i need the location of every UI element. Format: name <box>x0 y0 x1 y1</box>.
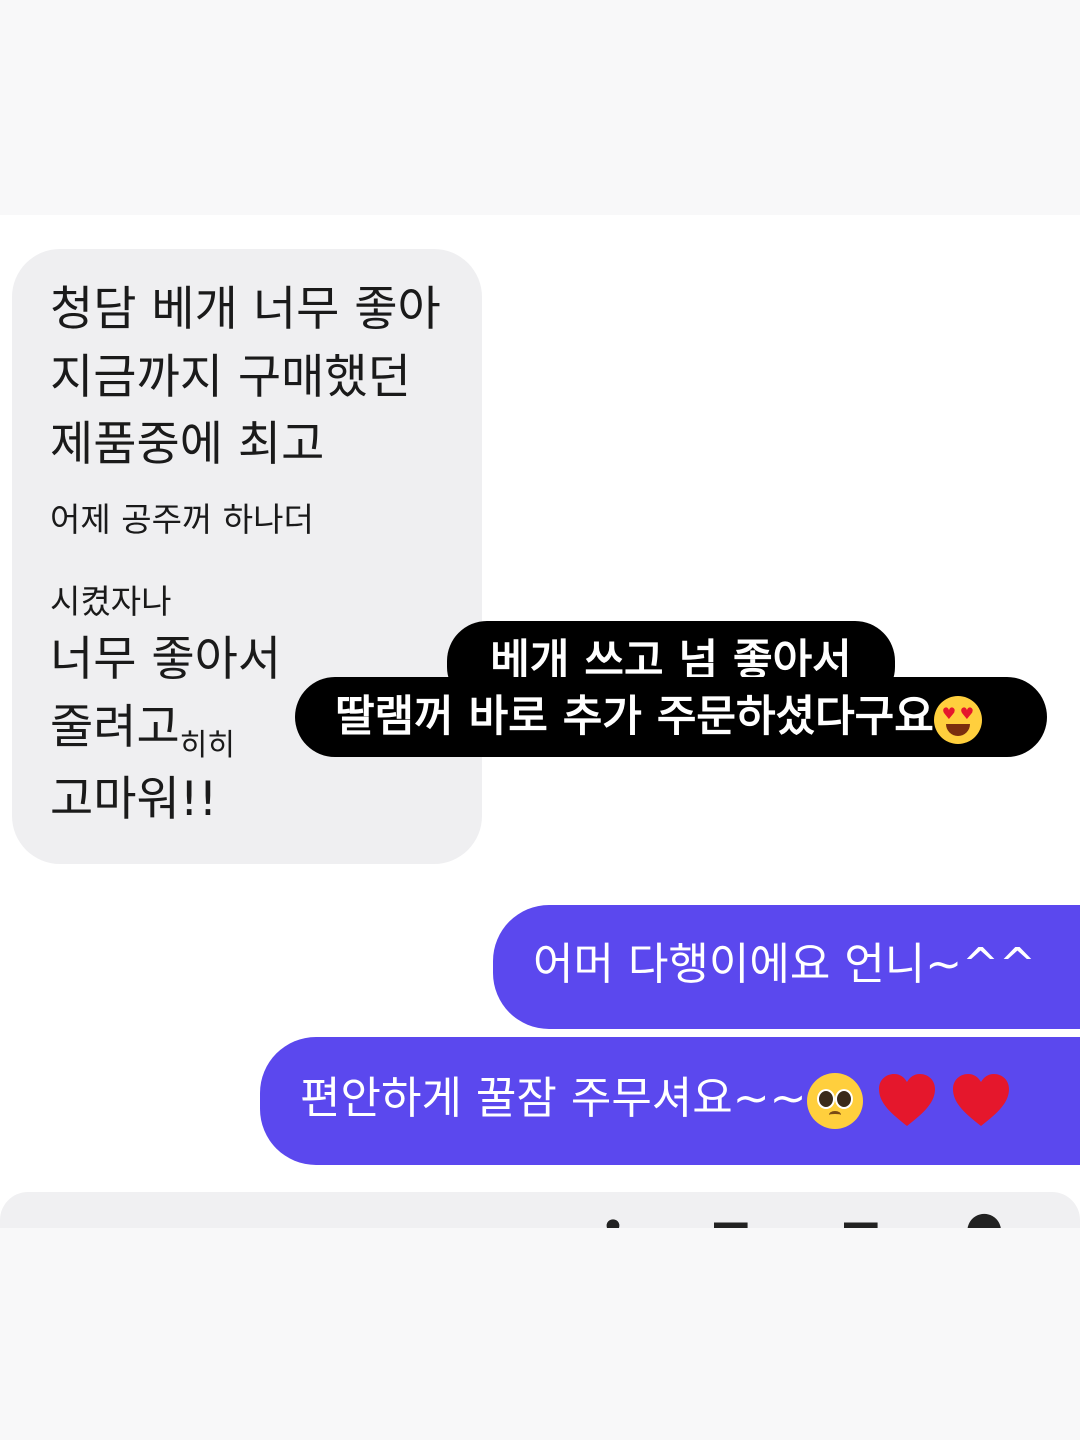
heart-eyes-emoji-icon: ♥ ♥ <box>933 695 982 744</box>
received-text-line: 제품중에 최고 <box>50 417 325 472</box>
pleading-face-emoji-icon <box>806 1073 863 1129</box>
sent-message-text: 어머 다행이에요 언니~^^ <box>533 939 1036 990</box>
received-text-subscript: 히히 <box>179 728 235 763</box>
received-text-line-small: 어제 공주꺼 하나더 <box>50 500 314 539</box>
sent-message-bubble[interactable]: 편안하게 꿀잠 주무셔요~~ <box>260 1037 1080 1165</box>
received-text-line: 너무 좋아서 <box>50 632 282 687</box>
top-background <box>0 0 1080 215</box>
caption-line-2: 딸램꺼 바로 추가 주문하셨다구요 ♥ ♥ <box>295 677 1047 757</box>
partial-text-fragment: ▬ <box>840 1206 882 1228</box>
received-text-line: 청담 베개 너무 좋아 <box>50 282 441 337</box>
received-text-line: 줄려고히히 <box>50 700 235 774</box>
received-text-main: 줄려고 <box>50 700 180 755</box>
received-text-line-small: 시켰자나 <box>50 582 172 621</box>
partial-text-fragment: • <box>600 1206 626 1228</box>
partial-text-fragment: ● <box>965 1206 1003 1228</box>
received-text-line: 고마워!! <box>50 772 218 827</box>
red-heart-emoji-icon <box>878 1074 935 1126</box>
bottom-background <box>0 1228 1080 1440</box>
red-heart-emoji-icon <box>952 1074 1009 1126</box>
caption-text: 딸램꺼 바로 추가 주문하셨다구요 <box>335 692 934 742</box>
sent-message-bubble[interactable]: 어머 다행이에요 언니~^^ <box>493 905 1080 1029</box>
partial-text-fragment: ▬ <box>710 1206 752 1228</box>
received-text-line: 지금까지 구매했던 <box>50 350 411 405</box>
sent-message-text: 편안하게 꿀잠 주무셔요~~ <box>300 1073 807 1124</box>
